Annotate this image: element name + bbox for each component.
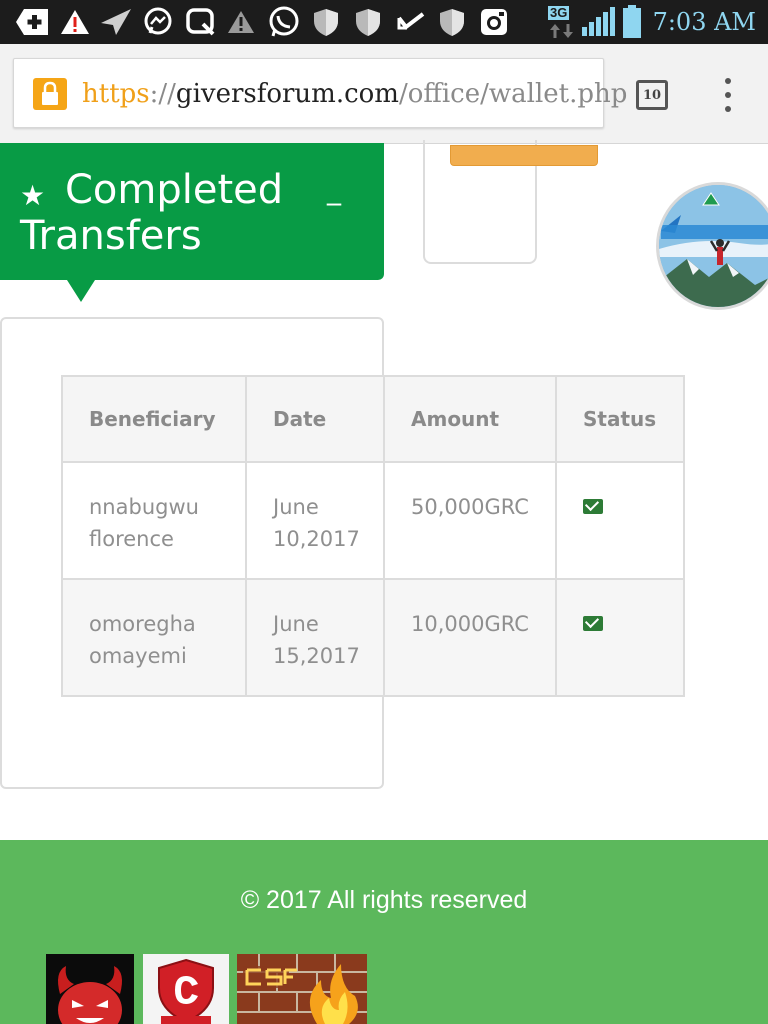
clock-label: 7:03 AM (652, 8, 756, 36)
site-footer: © 2017 All rights reserved (0, 840, 768, 1024)
collapse-button[interactable]: _ (327, 173, 341, 207)
panel-title: Completed Transfers (20, 167, 284, 259)
column-header-date: Date (245, 375, 385, 463)
network-type-label: 3G (548, 5, 570, 20)
table-row: omoregha omayemi June 15,2017 10,000GRC (61, 578, 685, 697)
avatar[interactable] (656, 182, 768, 310)
url-host: giversforum.com (175, 79, 399, 109)
shield-icon (436, 6, 468, 38)
page-content: ★ Completed Transfers _ Beneficiary Date… (0, 140, 768, 1024)
comodo-badge[interactable] (143, 954, 229, 1024)
more-vert-icon[interactable] (718, 78, 738, 112)
battery-icon (620, 5, 644, 38)
add-icon (14, 6, 50, 38)
url-separator: :// (149, 79, 176, 109)
completed-transfers-header: ★ Completed Transfers _ (0, 143, 384, 280)
alert-icon (226, 6, 256, 38)
column-header-beneficiary: Beneficiary (61, 375, 247, 463)
beneficiary-cell: omoregha omayemi (61, 578, 247, 697)
status-bar: 3G 7:03 AM (0, 0, 768, 44)
send-icon (98, 6, 134, 38)
amount-cell: 50,000GRC (383, 461, 557, 580)
lock-icon (33, 78, 67, 110)
amount-cell: 10,000GRC (383, 578, 557, 697)
data-arrows-icon (548, 22, 576, 40)
warning-icon (58, 6, 92, 38)
table-row: nnabugwu florence June 10,2017 50,000GRC (61, 461, 685, 580)
shield-icon (310, 6, 342, 38)
beneficiary-cell: nnabugwu florence (61, 461, 247, 580)
csf-firewall-badge[interactable] (237, 954, 367, 1024)
url-scheme: https (82, 79, 150, 109)
copyright-text: © 2017 All rights reserved (240, 886, 528, 914)
url-path: /office/wallet.php (398, 79, 628, 109)
signal-icon (580, 6, 616, 38)
date-cell: June 15,2017 (245, 578, 385, 697)
shield-icon (352, 6, 384, 38)
messenger-icon (142, 6, 174, 38)
address-bar[interactable]: https://giversforum.com/office/wallet.ph… (13, 58, 627, 128)
instagram-icon (478, 6, 510, 38)
status-cell (555, 578, 685, 697)
browser-toolbar: https://giversforum.com/office/wallet.ph… (0, 44, 768, 144)
check-icon (396, 6, 426, 38)
url-text[interactable]: https://giversforum.com/office/wallet.ph… (82, 76, 627, 112)
column-header-amount: Amount (383, 375, 557, 463)
envelope-icon (583, 616, 603, 631)
orange-button[interactable] (450, 145, 598, 166)
envelope-icon (583, 499, 603, 514)
header-pointer (67, 280, 95, 302)
tab-switcher-button[interactable]: 10 (636, 80, 668, 110)
column-header-status: Status (555, 375, 685, 463)
whatsapp-icon (266, 6, 302, 38)
completed-transfers-table: Beneficiary Date Amount Status nnabugwu … (61, 375, 685, 697)
date-cell: June 10,2017 (245, 461, 385, 580)
search-icon (184, 6, 218, 38)
ddos-devil-badge[interactable] (46, 954, 134, 1024)
status-cell (555, 461, 685, 580)
table-header-row: Beneficiary Date Amount Status (61, 375, 685, 463)
